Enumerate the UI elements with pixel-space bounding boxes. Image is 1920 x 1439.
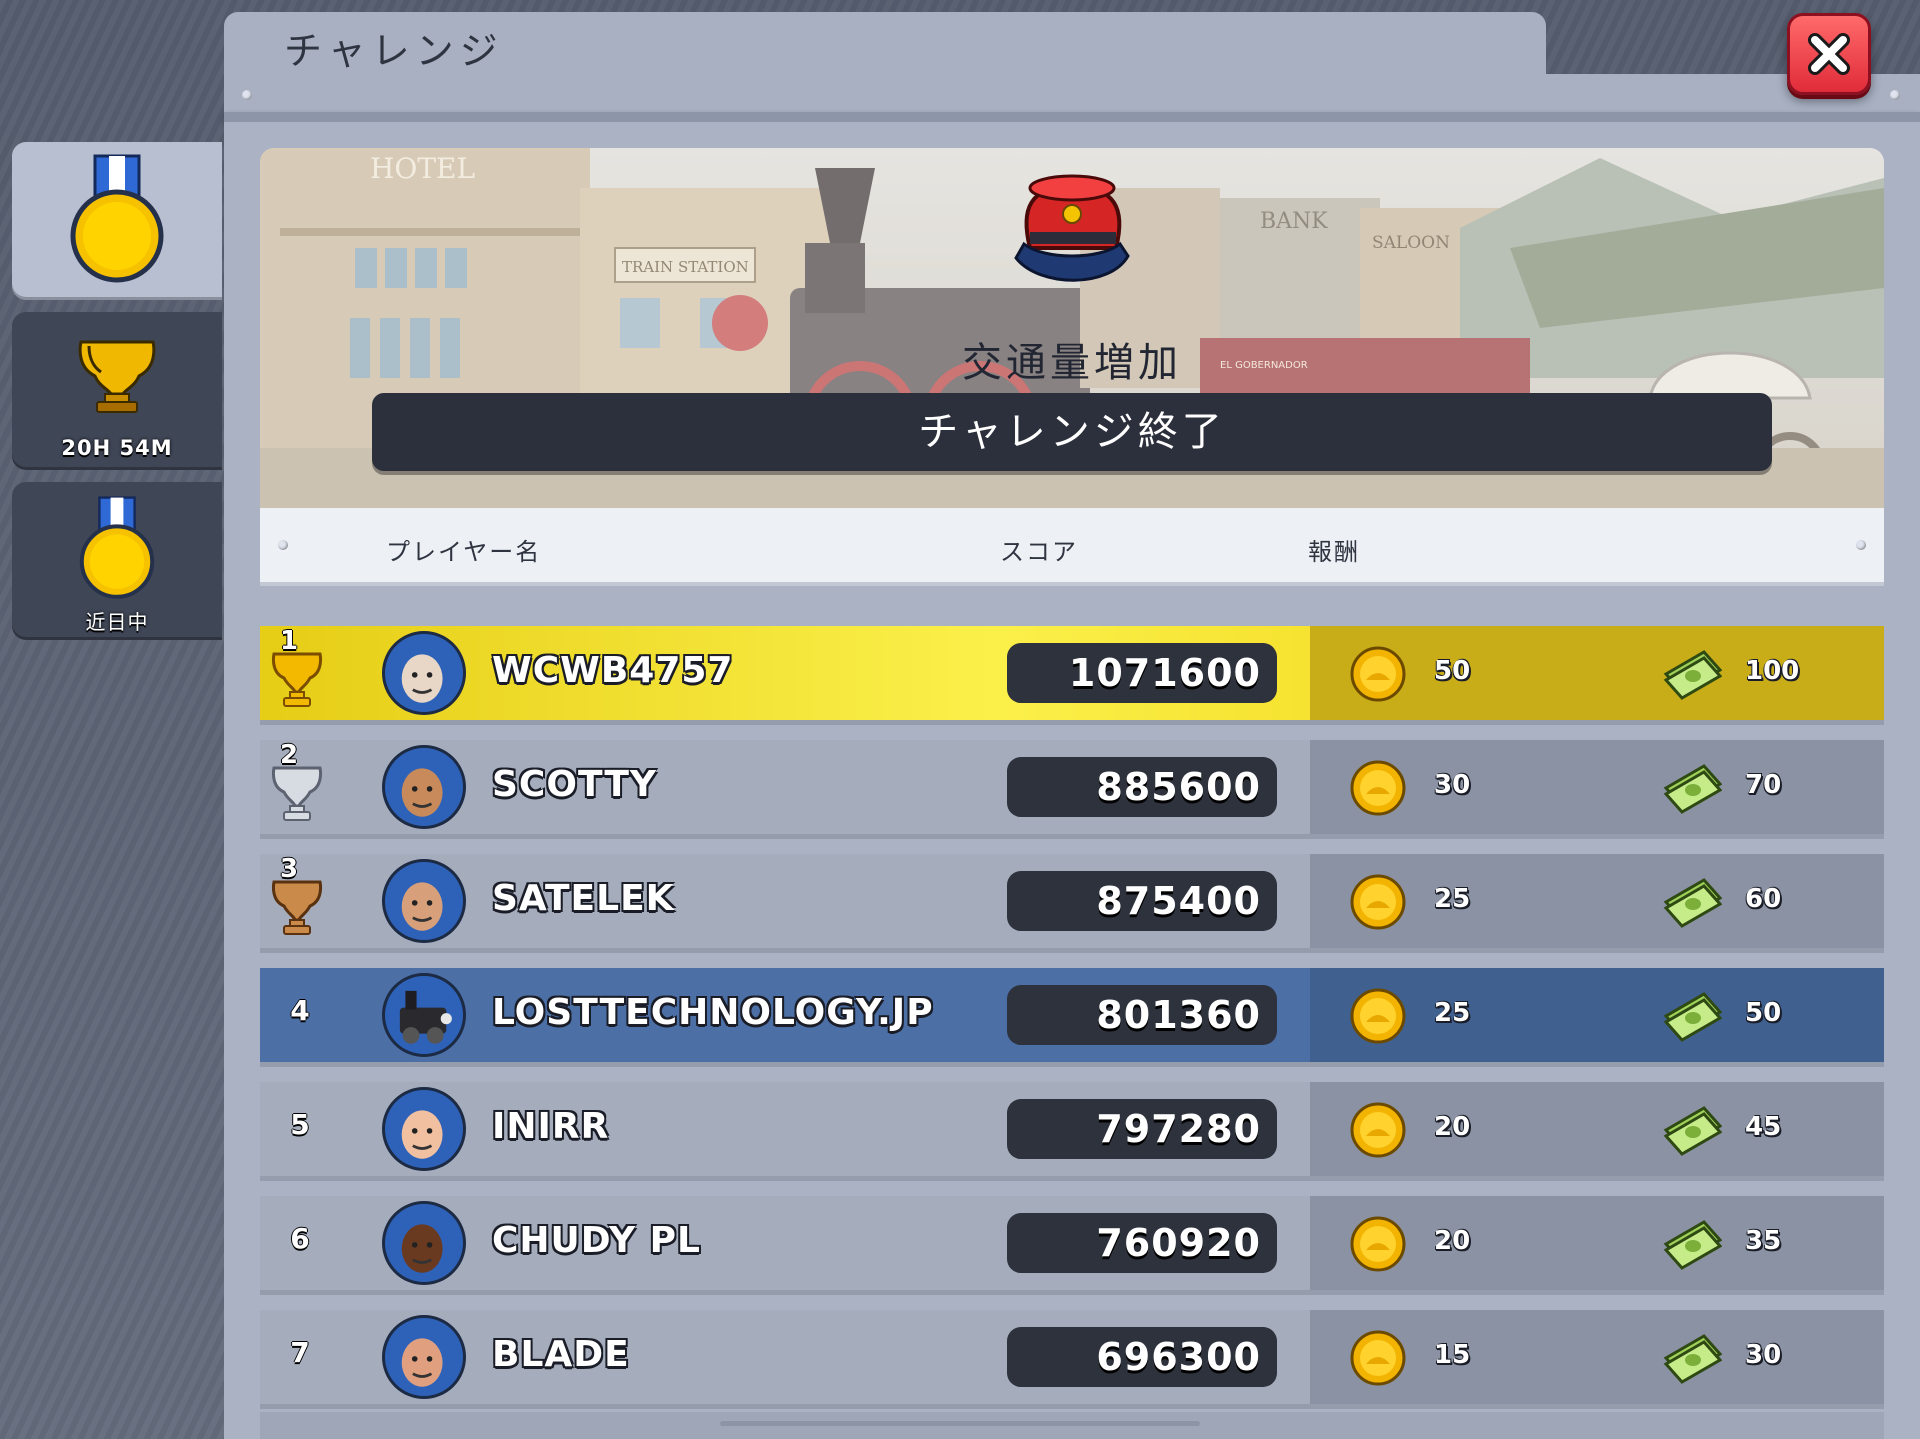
reward-coins: 25 xyxy=(1434,998,1471,1028)
sidebar-tab-league[interactable]: 20H 54M xyxy=(12,312,222,470)
cash-icon xyxy=(1663,1106,1722,1156)
player-score: 801360 xyxy=(1007,985,1277,1045)
reward-cash: 50 xyxy=(1745,998,1782,1028)
reward-cash: 60 xyxy=(1745,884,1782,914)
reward-cash: 100 xyxy=(1745,656,1800,686)
sidebar-tab-current[interactable] xyxy=(12,142,222,300)
rank-number: 6 xyxy=(290,1222,310,1255)
gold-coin-icon xyxy=(1350,646,1406,702)
header-strip xyxy=(224,74,1920,116)
rank-number: 4 xyxy=(290,994,310,1027)
player-score: 696300 xyxy=(1007,1327,1277,1387)
gold-coin-icon xyxy=(1350,988,1406,1044)
player-name: SATELEK xyxy=(492,878,675,919)
header-edge xyxy=(224,112,1920,122)
rank-number: 1 xyxy=(280,626,299,656)
column-header: プレイヤー名 スコア 報酬 xyxy=(260,508,1884,582)
challenge-status: チャレンジ終了 xyxy=(372,393,1772,471)
leaderboard-row[interactable]: 3 SATELEK 875400 25 60 xyxy=(260,854,1884,948)
gold-coin-icon xyxy=(1350,760,1406,816)
cash-icon xyxy=(1663,1220,1722,1270)
rivet xyxy=(1890,90,1900,100)
player-name: CHUDY PL xyxy=(492,1220,701,1261)
leaderboard-row[interactable]: 6 CHUDY PL 760920 20 35 xyxy=(260,1196,1884,1290)
reward-cash: 45 xyxy=(1745,1112,1782,1142)
leaderboard-row[interactable]: 7 BLADE 696300 15 30 xyxy=(260,1310,1884,1404)
upcoming-label: 近日中 xyxy=(85,610,149,634)
cowboy-hat-avatar[interactable] xyxy=(382,745,466,829)
leaderboard-row[interactable]: 4 LOSTTECHNOLOGY.JP 801360 25 50 xyxy=(260,968,1884,1062)
locomotive-avatar[interactable] xyxy=(382,973,466,1057)
close-button[interactable] xyxy=(1787,13,1871,95)
column-score: スコア xyxy=(1000,538,1078,566)
bald-man-avatar[interactable] xyxy=(382,859,466,943)
player-name: WCWB4757 xyxy=(492,650,734,691)
reward-coins: 50 xyxy=(1434,656,1471,686)
gold-coin-icon xyxy=(1350,1102,1406,1158)
sidebar-tab-upcoming[interactable]: 近日中 xyxy=(12,482,222,640)
player-score: 1071600 xyxy=(1007,643,1277,703)
player-score: 885600 xyxy=(1007,757,1277,817)
rivet xyxy=(278,540,288,550)
rank-number: 5 xyxy=(290,1108,310,1141)
reward-coins: 20 xyxy=(1434,1226,1471,1256)
player-name: LOSTTECHNOLOGY.JP xyxy=(492,992,934,1033)
cash-icon xyxy=(1663,650,1722,700)
player-score: 875400 xyxy=(1007,871,1277,931)
player-name: INIRR xyxy=(492,1106,610,1147)
player-score: 797280 xyxy=(1007,1099,1277,1159)
challenge-name: 交通量増加 xyxy=(962,340,1182,386)
column-player: プレイヤー名 xyxy=(386,538,542,566)
leaderboard-row[interactable]: 2 SCOTTY 885600 30 70 xyxy=(260,740,1884,834)
leaderboard-row[interactable]: 5 INIRR 797280 20 45 xyxy=(260,1082,1884,1176)
trophy-icon xyxy=(78,340,156,413)
rank-number: 7 xyxy=(290,1336,310,1369)
column-reward: 報酬 xyxy=(1308,538,1360,566)
cash-icon xyxy=(1663,992,1722,1042)
gold-coin-icon xyxy=(1350,1330,1406,1386)
rank-number: 3 xyxy=(280,854,299,884)
close-icon xyxy=(1808,33,1850,75)
league-timer: 20H 54M xyxy=(61,436,173,460)
cash-icon xyxy=(1663,878,1722,928)
glasses-man-avatar[interactable] xyxy=(382,1201,466,1285)
rank-number: 2 xyxy=(280,740,299,770)
reward-coins: 25 xyxy=(1434,884,1471,914)
player-score: 760920 xyxy=(1007,1213,1277,1273)
reward-coins: 15 xyxy=(1434,1340,1471,1370)
white-cowboy-hat-avatar[interactable] xyxy=(382,1087,466,1171)
hard-hat-avatar[interactable] xyxy=(382,1315,466,1399)
medal-icon xyxy=(70,154,164,283)
reward-cash: 30 xyxy=(1745,1340,1782,1370)
old-man-beard-avatar[interactable] xyxy=(382,631,466,715)
leaderboard-row[interactable]: 1 WCWB4757 1071600 50 100 xyxy=(260,626,1884,720)
gold-coin-icon xyxy=(1350,1216,1406,1272)
cash-icon xyxy=(1663,1334,1722,1384)
reward-coins: 20 xyxy=(1434,1112,1471,1142)
rivet xyxy=(1856,540,1866,550)
reward-cash: 70 xyxy=(1745,770,1782,800)
gold-coin-icon xyxy=(1350,874,1406,930)
rivet xyxy=(242,90,252,100)
medal-icon xyxy=(79,496,155,599)
reward-coins: 30 xyxy=(1434,770,1471,800)
player-name: SCOTTY xyxy=(492,764,657,805)
cash-icon xyxy=(1663,764,1722,814)
page-title: チャレンジ xyxy=(284,29,504,73)
scroll-indicator[interactable] xyxy=(720,1421,1200,1426)
player-name: BLADE xyxy=(492,1334,630,1375)
reward-cash: 35 xyxy=(1745,1226,1782,1256)
conductor-hat-icon xyxy=(1014,174,1130,282)
